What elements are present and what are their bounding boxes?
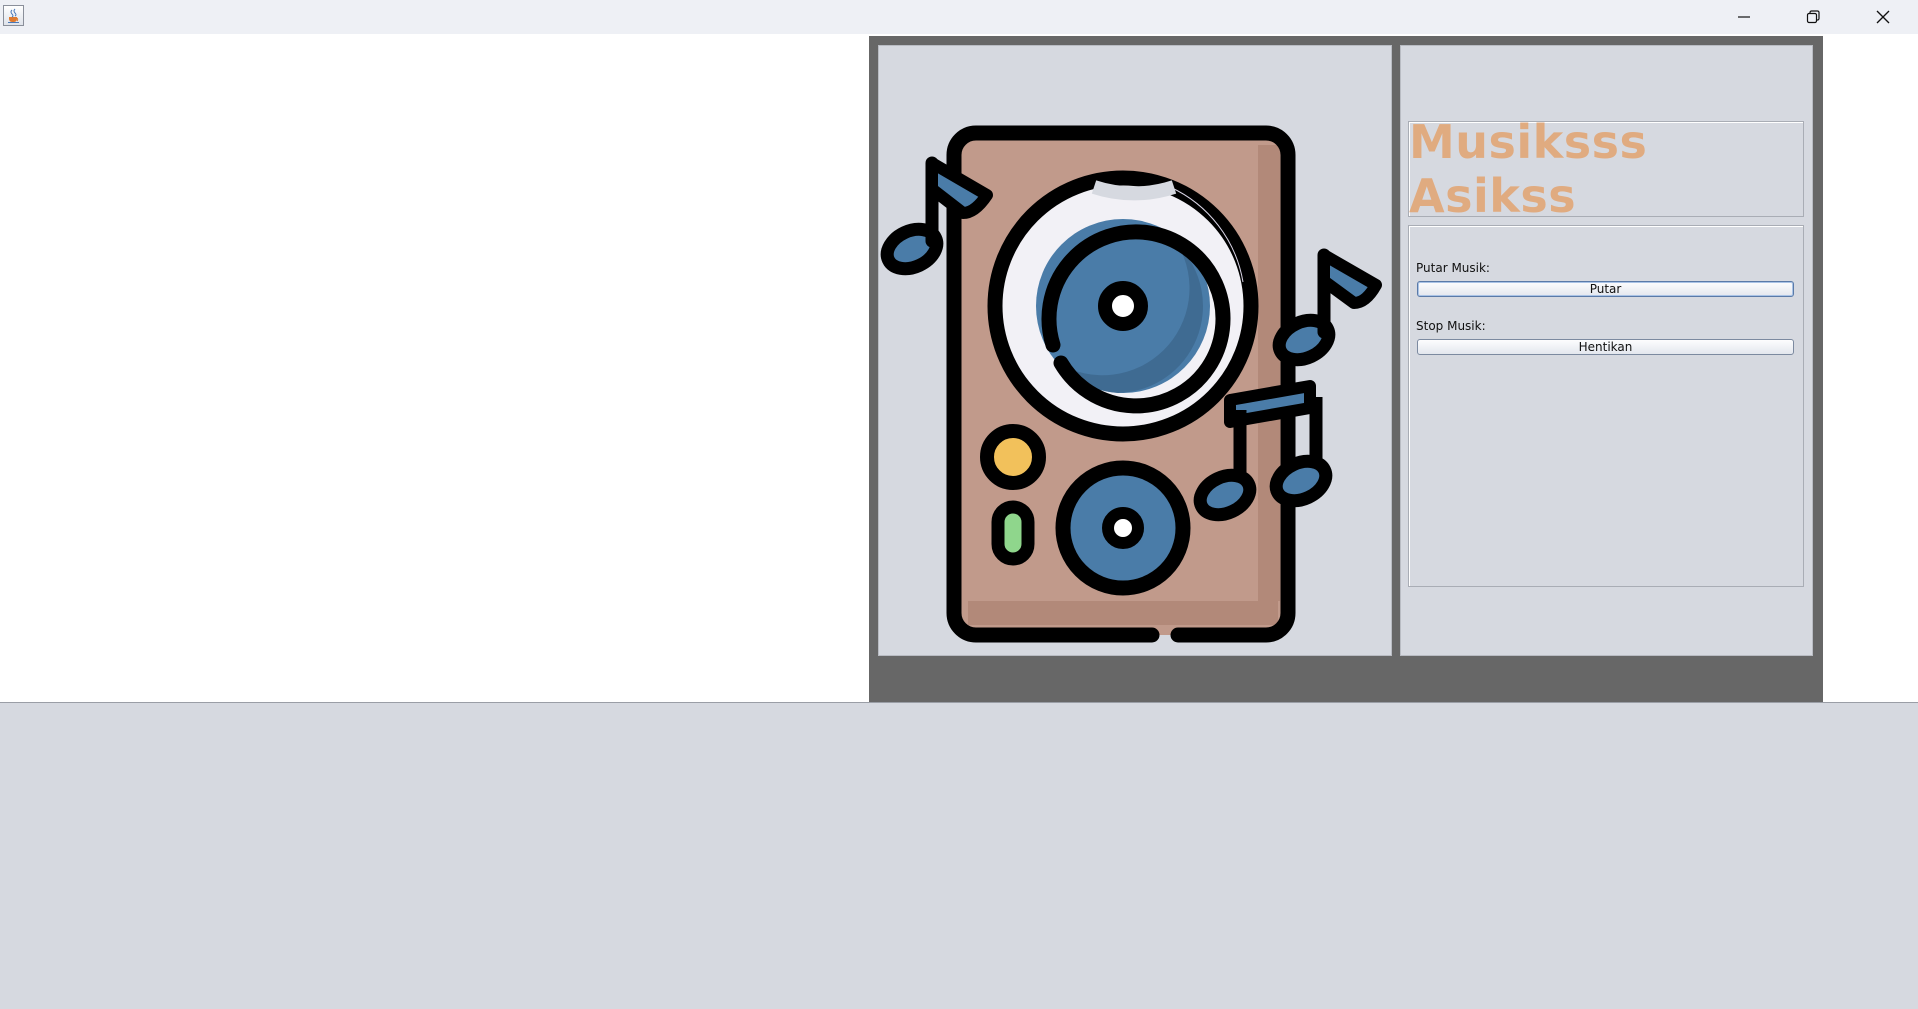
speaker-with-music-notes-illustration	[880, 125, 1382, 643]
app-title: Musiksss Asikss	[1409, 115, 1648, 223]
controls-box: Putar Musik: Putar Stop Musik: Hentikan	[1408, 225, 1804, 587]
play-button[interactable]: Putar	[1417, 281, 1794, 297]
close-button[interactable]	[1848, 0, 1918, 34]
play-music-label: Putar Musik:	[1416, 261, 1490, 275]
minimize-button[interactable]	[1709, 0, 1779, 34]
java-coffee-cup-icon[interactable]	[3, 5, 24, 26]
minimize-icon	[1738, 16, 1750, 18]
desktop-background	[0, 702, 1918, 1009]
close-icon	[1876, 10, 1890, 24]
window-titlebar[interactable]	[0, 0, 1918, 34]
stop-music-label: Stop Musik:	[1416, 319, 1486, 333]
title-box: Musiksss Asikss	[1408, 115, 1804, 223]
control-panel: Musiksss Asikss Putar Musik: Putar Stop …	[1400, 45, 1813, 656]
restore-icon	[1806, 10, 1820, 24]
illustration-panel	[878, 45, 1392, 656]
stop-button[interactable]: Hentikan	[1417, 339, 1794, 355]
restore-button[interactable]	[1778, 0, 1848, 34]
